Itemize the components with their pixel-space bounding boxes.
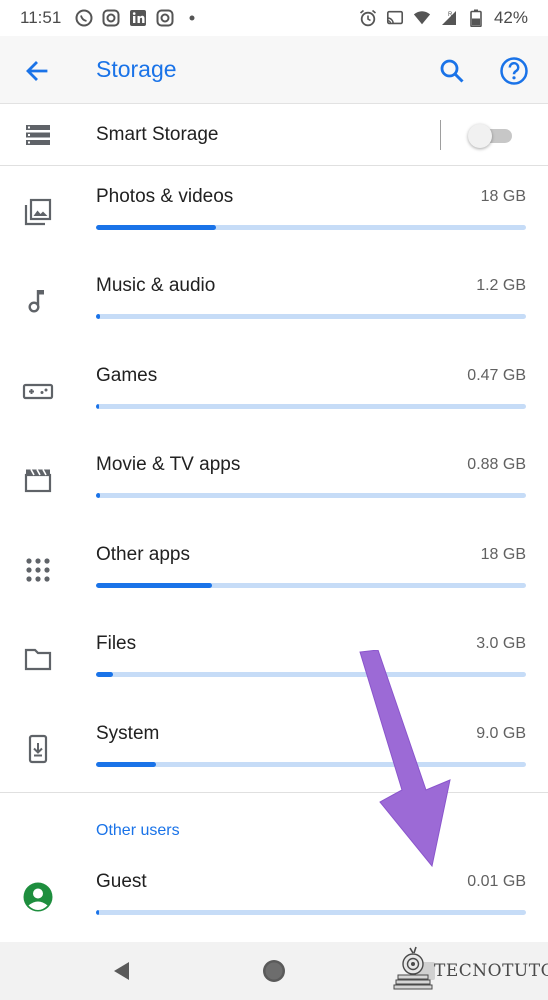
category-row-system[interactable]: System 9.0 GB [0,705,548,794]
wifi-icon [413,9,431,27]
page-title: Storage [96,56,177,82]
usage-bar [96,493,526,498]
system-icons: R 42% [359,8,528,28]
status-time: 11:51 [20,8,62,27]
category-label: System [96,723,160,744]
search-icon[interactable] [436,55,468,87]
svg-text:R: R [448,12,453,18]
category-size: 0.88 GB [467,456,526,473]
category-size: 1.2 GB [476,277,526,294]
usage-bar-fill [96,583,212,588]
section-divider [0,792,548,793]
smart-storage-divider [440,120,441,150]
category-row-files[interactable]: Files 3.0 GB [0,615,548,704]
category-row-movie-tv-apps[interactable]: Movie & TV apps 0.88 GB [0,436,548,525]
usage-bar [96,314,526,319]
usage-bar [96,225,526,230]
user-label: Guest [96,871,147,892]
toggle-thumb [468,124,492,148]
usage-bar [96,583,526,588]
smart-storage-row[interactable]: Smart Storage [0,104,548,166]
category-row-games[interactable]: Games 0.47 GB [0,347,548,436]
movie-icon [22,464,54,496]
category-label: Other apps [96,544,190,565]
storage-stack-icon [24,121,52,149]
usage-bar-fill [96,404,99,409]
watermark-text: TECNOTUTO [434,961,548,981]
system-update-icon [22,733,54,765]
linkedin-icon [129,9,147,27]
usage-bar [96,762,526,767]
back-arrow-icon[interactable] [22,56,52,86]
user-size: 0.01 GB [467,873,526,890]
smart-storage-label: Smart Storage [96,124,219,145]
category-label: Files [96,633,137,654]
usage-bar [96,672,526,677]
battery-percent: 42% [493,8,528,27]
notification-icons [75,9,201,27]
usage-bar [96,404,526,409]
status-bar: 11:51 R 42% [0,0,548,36]
alarm-icon [359,9,377,27]
help-icon[interactable] [497,54,531,88]
other-users-heading: Other users [96,822,180,839]
category-size: 18 GB [480,546,526,563]
usage-bar-fill [96,314,100,319]
apps-grid-icon [22,554,54,586]
category-size: 0.47 GB [467,367,526,384]
home-circle-icon[interactable] [260,957,288,985]
category-label: Movie & TV apps [96,454,241,475]
category-size: 18 GB [480,188,526,205]
usage-bar-fill [96,672,113,677]
smart-storage-toggle[interactable] [468,124,512,148]
watermark-logo-icon [393,946,433,990]
category-label: Music & audio [96,275,216,296]
category-label: Photos & videos [96,186,234,207]
cast-icon [386,9,404,27]
notification-dot-icon [183,9,201,27]
category-size: 9.0 GB [476,725,526,742]
whatsapp-icon [75,9,93,27]
usage-bar-fill [96,762,156,767]
category-size: 3.0 GB [476,635,526,652]
usage-bar-fill [96,910,99,915]
folder-icon [22,643,54,675]
signal-icon: R [440,9,458,27]
watermark: TECNOTUTO [392,944,548,994]
usage-bar-fill [96,493,100,498]
usage-bar-fill [96,225,216,230]
photo-library-icon [22,196,54,228]
category-row-other-apps[interactable]: Other apps 18 GB [0,526,548,615]
instagram-icon [156,9,174,27]
category-label: Games [96,365,158,386]
music-note-icon [22,285,54,317]
category-row-music-audio[interactable]: Music & audio 1.2 GB [0,257,548,346]
account-circle-icon [22,881,54,913]
app-bar: Storage [0,36,548,104]
category-row-photos-videos[interactable]: Photos & videos 18 GB [0,168,548,257]
usage-bar [96,910,526,915]
user-row-guest[interactable]: Guest 0.01 GB [0,853,548,942]
battery-icon [467,9,485,27]
instagram-icon [102,9,120,27]
back-triangle-icon[interactable] [108,957,136,985]
gamepad-icon [22,375,54,407]
